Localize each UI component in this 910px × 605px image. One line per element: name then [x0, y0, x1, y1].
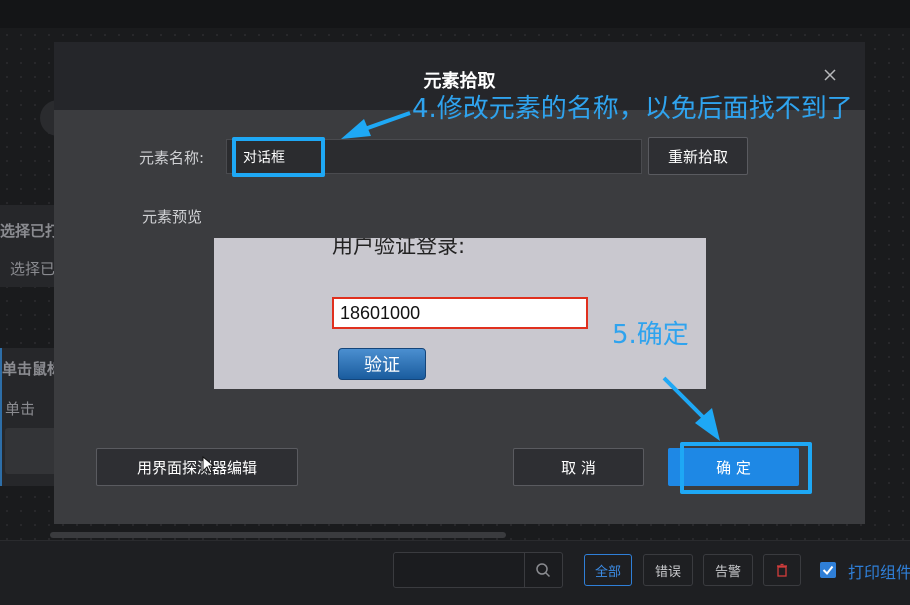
background-activity-click: 单击鼠标 单击 [0, 348, 63, 486]
element-preview-image: 用户验证登录: 18601000 验证 [214, 238, 706, 389]
top-toolbar [0, 0, 910, 28]
checkmark-icon [822, 565, 834, 576]
search-icon[interactable] [535, 562, 551, 578]
log-search-input[interactable] [394, 553, 524, 587]
mouse-cursor-icon [202, 456, 216, 474]
trash-icon [777, 563, 787, 577]
cancel-button[interactable]: 取 消 [513, 448, 644, 486]
filter-all-button[interactable]: 全部 [584, 554, 632, 586]
step5-annotation: 5.确定 [612, 320, 689, 350]
print-component-label: 打印组件 [848, 563, 910, 582]
preview-heading: 用户验证登录: [332, 238, 466, 258]
preview-verify-button: 验证 [338, 348, 426, 380]
element-preview-label: 元素预览 [142, 208, 203, 226]
close-icon[interactable] [822, 67, 838, 83]
activity-text: 选择已 [10, 260, 56, 278]
element-name-label: 元素名称: [139, 149, 205, 167]
activity-title: 单击鼠标 [2, 360, 63, 378]
preview-phone-input: 18601000 [332, 297, 588, 329]
activity-title: 选择已打 [0, 222, 61, 240]
name-input-highlight [232, 137, 325, 177]
dialog-title: 元素拾取 [423, 71, 496, 92]
confirm-button-highlight [680, 442, 812, 494]
clear-log-button[interactable] [763, 554, 801, 586]
ui-explorer-edit-button[interactable]: 用界面探测器编辑 [96, 448, 298, 486]
horizontal-scrollbar[interactable] [50, 532, 506, 538]
step4-annotation: 4.修改元素的名称，以免后面找不到了 [412, 94, 853, 124]
activity-text: 单击 [5, 400, 36, 418]
filter-error-button[interactable]: 错误 [643, 554, 693, 586]
log-search [393, 552, 563, 588]
print-component-checkbox[interactable] [820, 562, 836, 578]
filter-warning-button[interactable]: 告警 [703, 554, 753, 586]
background-activity-select: 选择已打 选择已 [0, 205, 60, 287]
repick-button[interactable]: 重新拾取 [648, 137, 748, 175]
screen: 选择已打 选择已 单击鼠标 单击 全部 错误 告警 打印组件 元素拾取 元素名称… [0, 0, 910, 605]
